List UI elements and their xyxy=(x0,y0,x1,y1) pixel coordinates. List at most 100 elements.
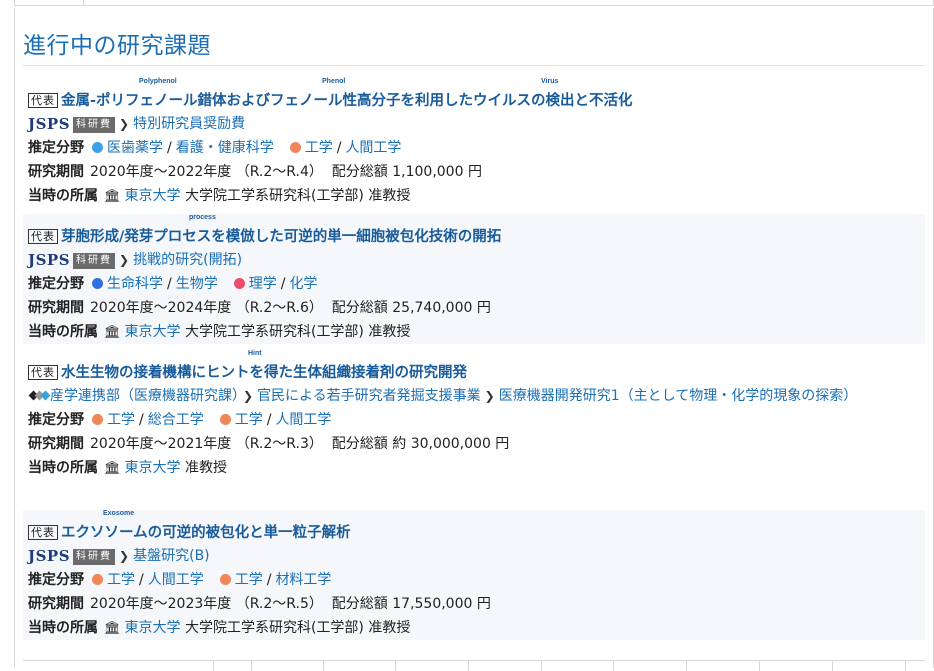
affiliation-row: 当時の所属 🏛 東京大学 大学院工学系研究科(工学部) 准教授 xyxy=(28,184,920,208)
project-title-row: Hint 代表 水生生物の接着機構にヒントを得た生体組織接着剤の研究開発 xyxy=(28,350,920,384)
jsps-logo: JSPS xyxy=(28,547,71,565)
institution-link[interactable]: 東京大学 xyxy=(125,460,181,476)
field-dot-icon xyxy=(92,142,103,153)
title-divider xyxy=(23,65,925,66)
funding-row: JSPS 科研費 ❯ 挑戦的研究(開拓) xyxy=(28,248,920,272)
chevron-right-icon: ❯ xyxy=(119,117,130,131)
program-link[interactable]: 官民による若手研究者発掘支援事業 xyxy=(257,388,481,404)
field-link[interactable]: 人間工学 xyxy=(345,140,401,156)
project-title-link[interactable]: 水生生物の接着機構にヒントを得た生体組織接着剤の研究開発 xyxy=(61,365,467,381)
jsps-logo: JSPS xyxy=(28,115,71,133)
field-link[interactable]: 人間工学 xyxy=(275,412,331,428)
field-row: 推定分野 工学 / 総合工学 工学 / 人間工学 xyxy=(28,412,332,428)
period-row: 研究期間 2020年度〜2022年度 （R.2〜R.4） 配分総額 1,100,0… xyxy=(28,160,920,184)
affiliation-row: 当時の所属 🏛 東京大学 大学院工学系研究科(工学部) 准教授 xyxy=(28,320,920,344)
chevron-right-icon: ❯ xyxy=(119,253,130,267)
period-value: 2020年度〜2024年度 （R.2〜R.6） xyxy=(90,300,323,316)
field-link[interactable]: 工学 xyxy=(107,572,135,588)
kakenhi-logo: 科研費 xyxy=(73,117,116,133)
next-section-table-edge xyxy=(23,660,925,671)
field-link[interactable]: 人間工学 xyxy=(148,572,204,588)
field-row: 推定分野 生命科学 / 生物学 理学 / 化学 xyxy=(28,276,318,292)
project-entry: Exosome 代表 エクソソームの可逆的被包化と単一粒子解析 JSPS 科研費 ❯ 基… xyxy=(23,510,925,640)
field-link[interactable]: 工学 xyxy=(235,572,263,588)
period-label: 研究期間 xyxy=(28,596,84,612)
kakenhi-logo: 科研費 xyxy=(73,253,116,269)
field-dot-icon xyxy=(219,574,231,585)
chevron-right-icon: ❯ xyxy=(484,389,495,403)
period-row: 研究期間 2020年度〜2021年度 （R.2〜R.3） 配分総額 約 30,00… xyxy=(28,432,920,456)
project-entry: Hint 代表 水生生物の接着機構にヒントを得た生体組織接着剤の研究開発 産学連携… xyxy=(23,350,925,480)
tab-divider xyxy=(83,0,84,6)
period-label: 研究期間 xyxy=(28,436,84,452)
period-value: 2020年度〜2023年度 （R.2〜R.5） xyxy=(90,596,323,612)
field-link[interactable]: 生物学 xyxy=(176,276,218,292)
field-link[interactable]: 看護・健康科学 xyxy=(176,140,274,156)
affiliation-row: 当時の所属 🏛 東京大学 大学院工学系研究科(工学部) 准教授 xyxy=(28,616,920,640)
program-link[interactable]: 基盤研究(B) xyxy=(133,548,210,564)
field-row: 推定分野 工学 / 人間工学 工学 / 材料工学 xyxy=(28,572,332,588)
program-link[interactable]: 特別研究員奨励費 xyxy=(133,116,245,132)
representative-badge: 代表 xyxy=(28,525,58,540)
field-link[interactable]: 理学 xyxy=(249,276,277,292)
project-entry: Polyphenol Phenol Virus 代表 金属-ポリフェノール錯体およ… xyxy=(23,78,925,208)
budget-value: 約 30,000,000 円 xyxy=(392,436,510,452)
funding-row: 産学連携部（医療機器研究課） ❯ 官民による若手研究者発掘支援事業 ❯ 医療機器開発研究… xyxy=(28,384,920,408)
chevron-right-icon: ❯ xyxy=(119,549,130,563)
project-title-link[interactable]: 芽胞形成/発芽プロセスを模倣した可逆的単一細胞被包化技術の開拓 xyxy=(61,229,501,245)
field-link[interactable]: 化学 xyxy=(289,276,317,292)
kakenhi-logo: 科研費 xyxy=(73,549,116,565)
period-row: 研究期間 2020年度〜2023年度 （R.2〜R.5） 配分総額 17,550,… xyxy=(28,592,920,616)
field-dot-icon xyxy=(289,142,301,153)
budget-value: 17,550,000 円 xyxy=(392,596,491,612)
field-link[interactable]: 工学 xyxy=(305,140,333,156)
project-title-row: Exosome 代表 エクソソームの可逆的被包化と単一粒子解析 xyxy=(28,510,920,544)
budget-value: 25,740,000 円 xyxy=(392,300,491,316)
project-title-link[interactable]: エクソソームの可逆的被包化と単一粒子解析 xyxy=(61,525,351,541)
representative-badge: 代表 xyxy=(28,229,58,244)
institution-icon: 🏛 xyxy=(104,621,121,636)
field-link[interactable]: 生命科学 xyxy=(107,276,163,292)
representative-badge: 代表 xyxy=(28,93,58,108)
institution-link[interactable]: 東京大学 xyxy=(125,188,181,204)
ruby-text: process xyxy=(189,214,216,221)
program-link[interactable]: 挑戦的研究(開拓) xyxy=(133,252,242,268)
institution-link[interactable]: 東京大学 xyxy=(125,620,181,636)
field-row: 推定分野 医歯薬学 / 看護・健康科学 工学 / 人間工学 xyxy=(28,140,402,156)
department-text: 大学院工学系研究科(工学部) 准教授 xyxy=(184,324,411,340)
ruby-text: Phenol xyxy=(322,78,346,85)
field-link[interactable]: 工学 xyxy=(107,412,135,428)
period-label: 研究期間 xyxy=(28,300,84,316)
agency-logo-icon xyxy=(28,389,51,401)
chevron-right-icon: ❯ xyxy=(243,389,254,403)
budget-label: 配分総額 xyxy=(331,164,388,180)
ruby-text: Polyphenol xyxy=(139,78,177,85)
project-title-link[interactable]: 金属-ポリフェノール錯体およびフェノール性高分子を利用したウイルスの検出と不活化 xyxy=(61,93,633,109)
institution-link[interactable]: 東京大学 xyxy=(125,324,181,340)
field-label: 推定分野 xyxy=(28,276,84,292)
field-link[interactable]: 総合工学 xyxy=(148,412,204,428)
funding-row: JSPS 科研費 ❯ 基盤研究(B) xyxy=(28,544,920,568)
institution-icon: 🏛 xyxy=(104,325,121,340)
period-value: 2020年度〜2022年度 （R.2〜R.4） xyxy=(90,164,323,180)
field-link[interactable]: 材料工学 xyxy=(275,572,331,588)
period-row: 研究期間 2020年度〜2024年度 （R.2〜R.6） 配分総額 25,740,… xyxy=(28,296,920,320)
affiliation-label: 当時の所属 xyxy=(28,188,98,204)
top-tab-strip xyxy=(14,0,934,6)
ruby-text: Hint xyxy=(248,350,262,357)
jsps-logo: JSPS xyxy=(28,251,71,269)
affiliation-label: 当時の所属 xyxy=(28,460,98,476)
affiliation-row: 当時の所属 🏛 東京大学 准教授 xyxy=(28,456,920,480)
ongoing-projects-panel: 進行中の研究課題 Polyphenol Phenol Virus 代表 金属-ポリ… xyxy=(14,8,934,671)
budget-label: 配分総額 xyxy=(331,596,388,612)
period-label: 研究期間 xyxy=(28,164,84,180)
funding-row: JSPS 科研費 ❯ 特別研究員奨励費 xyxy=(28,112,920,136)
field-link[interactable]: 工学 xyxy=(235,412,263,428)
budget-value: 1,100,000 円 xyxy=(392,164,482,180)
program-link[interactable]: 医療機器開発研究1（主として物理・化学的現象の探索） xyxy=(499,388,858,404)
budget-label: 配分総額 xyxy=(331,436,388,452)
field-link[interactable]: 医歯薬学 xyxy=(107,140,163,156)
program-link[interactable]: 産学連携部（医療機器研究課） xyxy=(50,388,239,404)
affiliation-label: 当時の所属 xyxy=(28,620,98,636)
ruby-text: Virus xyxy=(541,78,559,85)
